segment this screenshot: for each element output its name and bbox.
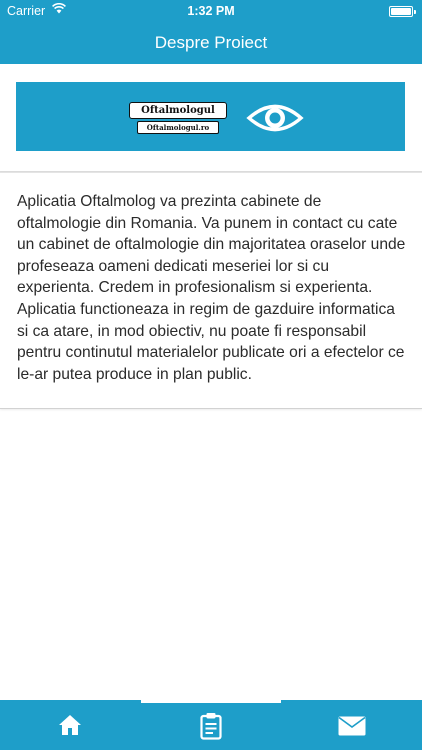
battery-icon — [389, 6, 416, 17]
home-icon — [59, 715, 81, 735]
logo: Oftalmologul Oftalmologul.ro — [129, 102, 227, 136]
status-bar: Carrier 1:32 PM — [0, 0, 422, 22]
banner-image: Oftalmologul Oftalmologul.ro — [16, 82, 405, 151]
banner-card: Oftalmologul Oftalmologul.ro — [0, 64, 422, 172]
logo-title: Oftalmologul — [129, 102, 227, 119]
clock: 1:32 PM — [187, 4, 235, 18]
mail-icon — [338, 716, 366, 736]
logo-url: Oftalmologul.ro — [137, 121, 219, 134]
tab-contact[interactable] — [282, 700, 422, 750]
tab-bar — [0, 700, 422, 750]
tab-selected-indicator — [141, 700, 281, 703]
tab-project[interactable] — [141, 700, 281, 750]
clipboard-icon — [200, 713, 222, 740]
eye-icon — [246, 104, 304, 132]
top-bar: Carrier 1:32 PM Despre Proiect — [0, 0, 422, 64]
page-title: Despre Proiect — [154, 33, 268, 52]
tab-home[interactable] — [0, 700, 140, 750]
about-card: Aplicatia Oftalmolog va prezinta cabinet… — [0, 172, 422, 409]
about-text: Aplicatia Oftalmolog va prezinta cabinet… — [17, 193, 406, 383]
